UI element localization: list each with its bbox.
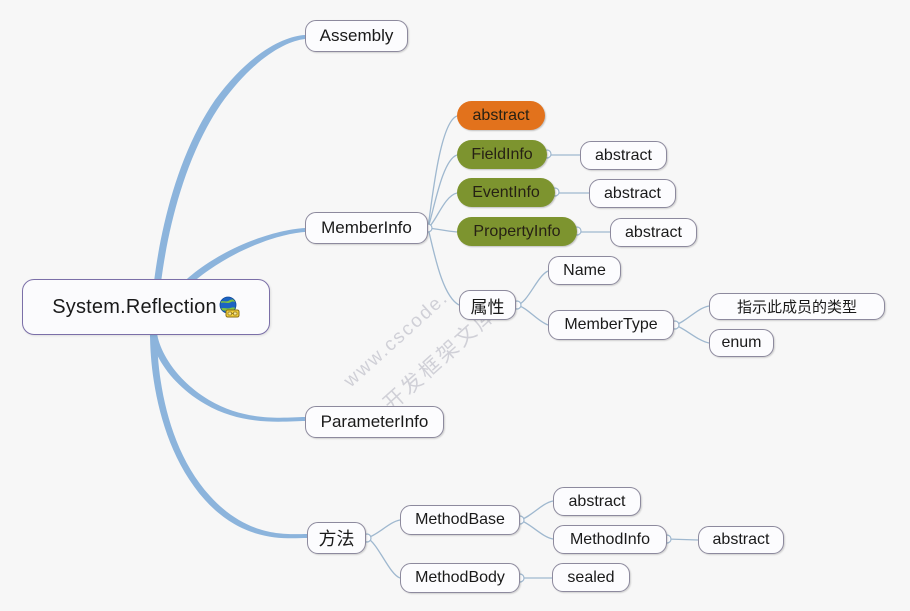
root-node[interactable]: System.Reflection <box>22 279 270 335</box>
node-label-abstract-mb: abstract <box>568 492 626 510</box>
node-label-eventinfo: EventInfo <box>472 183 540 201</box>
node-label-abstract-event: abstract <box>604 184 661 202</box>
edge-methodbase-methodinfo <box>519 519 554 540</box>
edge-methodbase-abstract <box>519 500 554 521</box>
node-abstract-field[interactable]: abstract <box>580 141 667 170</box>
edge-membertype-desc <box>674 305 710 326</box>
node-abstract-prop[interactable]: abstract <box>610 218 697 247</box>
node-label-methodbody: MethodBody <box>415 569 505 586</box>
node-label-fieldinfo: FieldInfo <box>471 145 533 163</box>
node-label-propertyinfo: PropertyInfo <box>473 222 561 240</box>
edge-memberinfo-fieldinfo <box>427 154 458 229</box>
node-name[interactable]: Name <box>548 256 621 285</box>
node-fieldinfo[interactable]: FieldInfo <box>457 140 547 169</box>
node-label-abstract-field: abstract <box>595 146 652 164</box>
node-label-enum: enum <box>721 334 762 351</box>
edge-memberinfo-shuxing <box>427 227 460 306</box>
node-abstract-mi[interactable]: abstract <box>457 101 545 130</box>
node-label-memberinfo: MemberInfo <box>321 218 412 237</box>
node-methodbase[interactable]: MethodBase <box>400 505 520 535</box>
edge-membertype-enum <box>674 324 710 344</box>
mindmap-canvas: www.cscode. 开发框架文库 System.Reflection Ass… <box>0 0 910 611</box>
node-label-sealed: sealed <box>567 568 615 586</box>
node-label-parameterinfo: ParameterInfo <box>320 412 429 431</box>
node-assembly[interactable]: Assembly <box>305 20 408 52</box>
node-label-abstract-prop: abstract <box>625 223 682 241</box>
node-methodinfo[interactable]: MethodInfo <box>553 525 667 554</box>
watermark-line-1: www.cscode. <box>339 287 453 392</box>
node-label-shuxing: 属性 <box>470 297 505 318</box>
edge-methodinfo-abstract <box>666 538 699 541</box>
node-parameterinfo[interactable]: ParameterInfo <box>305 406 444 438</box>
node-label-methodbase: MethodBase <box>415 511 505 528</box>
node-label-fangfa: 方法 <box>318 529 355 550</box>
edge-shuxing-name <box>516 270 549 306</box>
node-label-abstract-mi: abstract <box>472 106 530 124</box>
node-label-methodinfo: MethodInfo <box>569 530 651 548</box>
edge-memberinfo-eventinfo <box>427 192 458 229</box>
edge-memberinfo-propertyinfo <box>427 227 458 233</box>
edge-memberinfo-abstract <box>427 115 458 229</box>
node-label-memtype-desc: 指示此成员的类型 <box>736 298 857 316</box>
node-label-assembly: Assembly <box>319 26 394 45</box>
branch-to-parameterinfo <box>150 333 305 422</box>
edge-shuxing-membertype <box>516 304 549 326</box>
node-enum[interactable]: enum <box>709 329 774 357</box>
node-abstract-mb[interactable]: abstract <box>553 487 641 516</box>
branch-to-fangfa <box>150 333 307 539</box>
globe-link-icon <box>218 296 240 318</box>
edge-fangfa-methodbody <box>366 537 401 579</box>
node-memberinfo[interactable]: MemberInfo <box>305 212 428 244</box>
node-shuxing[interactable]: 属性 <box>459 290 516 320</box>
node-abstract-mi2[interactable]: abstract <box>698 526 784 554</box>
node-propertyinfo[interactable]: PropertyInfo <box>457 217 577 246</box>
edge-fangfa-methodbase <box>366 519 401 539</box>
node-eventinfo[interactable]: EventInfo <box>457 178 555 207</box>
node-label-abstract-mi2: abstract <box>712 531 770 548</box>
node-abstract-event[interactable]: abstract <box>589 179 676 208</box>
root-node-label: System.Reflection <box>52 295 217 318</box>
node-fangfa[interactable]: 方法 <box>307 522 366 554</box>
node-label-membertype: MemberType <box>564 316 658 333</box>
node-methodbody[interactable]: MethodBody <box>400 563 520 593</box>
node-label-name: Name <box>563 261 606 279</box>
node-memtype-desc[interactable]: 指示此成员的类型 <box>709 293 885 320</box>
node-sealed[interactable]: sealed <box>552 563 630 592</box>
node-membertype[interactable]: MemberType <box>548 310 674 340</box>
